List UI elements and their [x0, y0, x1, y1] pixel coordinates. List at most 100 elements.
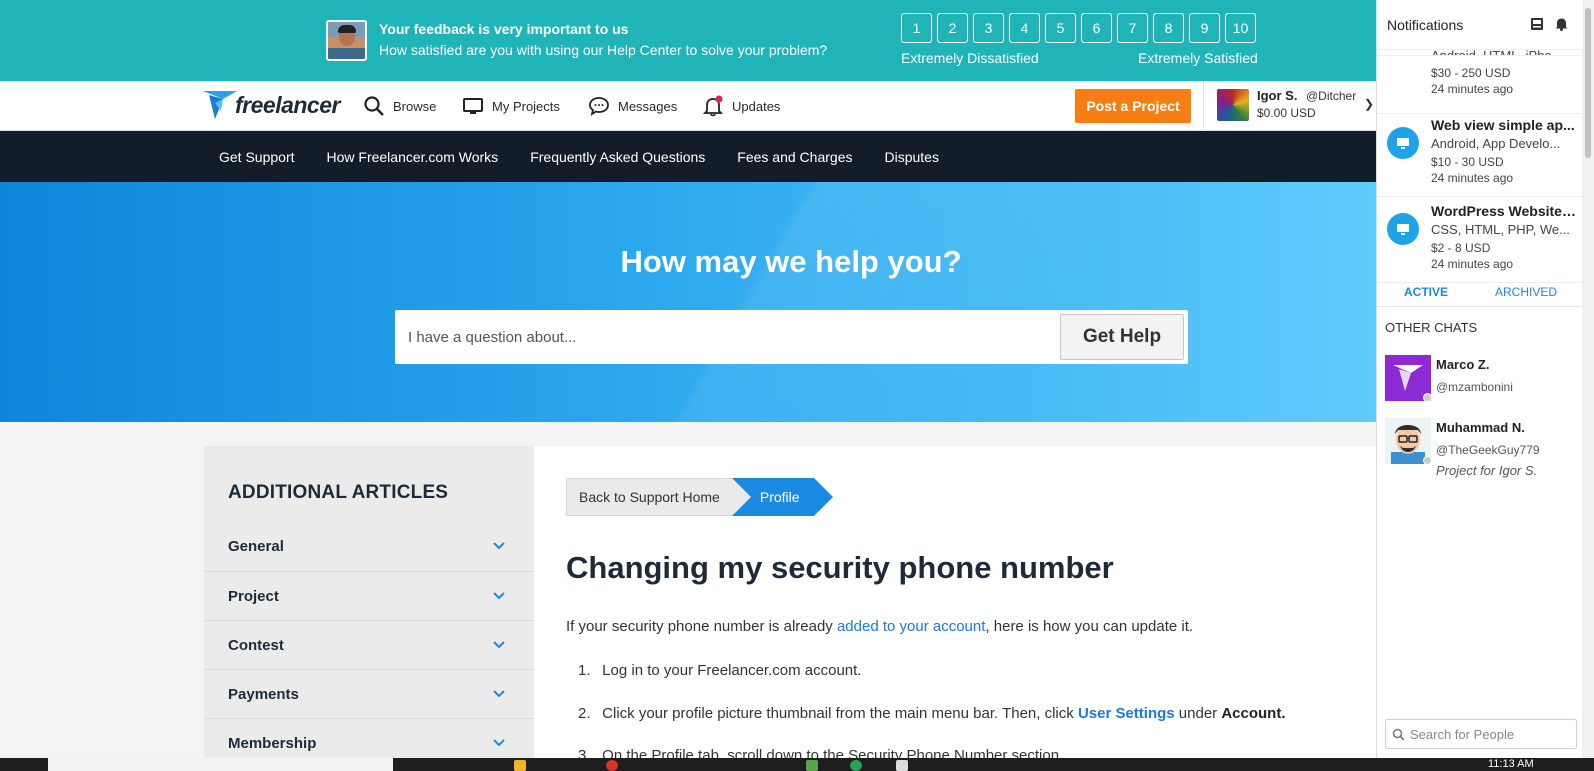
page-scrollbar[interactable] — [1582, 0, 1594, 758]
sidebar-item-label: Project — [228, 587, 279, 605]
breadcrumb: Back to Support Home Profile — [566, 478, 833, 516]
taskbar-search[interactable] — [48, 758, 393, 771]
chat-item[interactable]: Marco Z. @mzambonini — [1385, 355, 1577, 415]
scale-low-label: Extremely Dissatisfied — [901, 50, 1039, 66]
nav-browse[interactable]: Browse — [363, 95, 436, 117]
post-project-button[interactable]: Post a Project — [1075, 89, 1191, 123]
user-settings-link[interactable]: User Settings — [1078, 705, 1175, 722]
rating-8-button[interactable]: 8 — [1153, 13, 1184, 43]
help-search-input[interactable] — [395, 310, 1045, 364]
sidebar-item-label: General — [228, 538, 284, 555]
satisfaction-scale: 1 2 3 4 5 6 7 8 9 10 — [901, 13, 1256, 43]
window-icon[interactable] — [896, 760, 908, 771]
breadcrumb-current[interactable]: Profile — [731, 478, 833, 516]
subnav-disputes[interactable]: Disputes — [884, 149, 938, 165]
panel-header: Notifications — [1377, 0, 1583, 50]
tab-active[interactable]: ACTIVE — [1404, 285, 1448, 299]
user-avatar[interactable] — [1217, 89, 1249, 121]
freelancer-bird-icon — [203, 91, 237, 119]
main-nav: freelancer Browse My Projects Messages U… — [0, 81, 1376, 131]
notification-skills: Android, App Develo... — [1431, 136, 1561, 151]
chrome-icon[interactable] — [850, 760, 862, 771]
rating-10-button[interactable]: 10 — [1225, 13, 1256, 43]
get-help-button[interactable]: Get Help — [1060, 314, 1184, 360]
step-text: Click your profile picture thumbnail fro… — [602, 705, 1078, 722]
chat-bubble-icon — [589, 97, 609, 116]
app-icon[interactable] — [806, 760, 818, 771]
search-icon — [1392, 728, 1405, 741]
chat-project: Project for Igor S. — [1436, 463, 1538, 478]
sidebar-heading: ADDITIONAL ARTICLES — [228, 482, 449, 503]
nav-messages[interactable]: Messages — [588, 95, 677, 117]
step-number: 1. — [578, 662, 591, 679]
rating-1-button[interactable]: 1 — [901, 13, 932, 43]
nav-my-projects[interactable]: My Projects — [462, 95, 560, 117]
rating-3-button[interactable]: 3 — [973, 13, 1004, 43]
rating-2-button[interactable]: 2 — [937, 13, 968, 43]
project-notification-icon — [1387, 213, 1419, 245]
chevron-down-icon — [493, 739, 505, 747]
os-taskbar: 11:13 AM — [0, 758, 1594, 771]
step-number: 2. — [578, 705, 591, 722]
bell-icon[interactable] — [1554, 16, 1569, 31]
support-subnav: Get Support How Freelancer.com Works Fre… — [0, 131, 1376, 182]
notification-item-tail: $30 - 250 USD 24 minutes ago — [1377, 56, 1583, 114]
folder-icon[interactable] — [514, 760, 526, 771]
chat-name: Muhammad N. — [1436, 420, 1525, 435]
chat-handle: @TheGeekGuy779 — [1436, 443, 1540, 457]
tab-archived[interactable]: ARCHIVED — [1495, 285, 1557, 299]
rating-9-button[interactable]: 9 — [1189, 13, 1220, 43]
support-agent-avatar — [326, 20, 367, 61]
breadcrumb-back-link[interactable]: Back to Support Home — [566, 478, 732, 516]
feedback-subtitle: How satisfied are you with using our Hel… — [379, 42, 828, 58]
added-to-account-link[interactable]: added to your account — [837, 618, 985, 635]
presence-indicator — [1423, 393, 1432, 402]
inbox-icon[interactable] — [1530, 17, 1544, 31]
notification-budget: $2 - 8 USD — [1431, 241, 1491, 255]
subnav-get-support[interactable]: Get Support — [219, 149, 295, 165]
user-name[interactable]: Igor S. — [1257, 88, 1297, 103]
account-chevron-icon[interactable]: ❯ — [1364, 97, 1374, 111]
chevron-down-icon — [493, 690, 505, 698]
browser-icon[interactable] — [606, 760, 618, 771]
user-balance: $0.00 USD — [1257, 106, 1316, 120]
browser-viewport: Your feedback is very important to us Ho… — [0, 0, 1594, 771]
rating-5-button[interactable]: 5 — [1045, 13, 1076, 43]
rating-6-button[interactable]: 6 — [1081, 13, 1112, 43]
notification-budget: $30 - 250 USD — [1431, 66, 1511, 80]
chat-item[interactable]: Muhammad N. @TheGeekGuy779 Project for I… — [1385, 418, 1577, 478]
rating-7-button[interactable]: 7 — [1117, 13, 1148, 43]
notification-age: 24 minutes ago — [1431, 171, 1514, 185]
nav-browse-label: Browse — [393, 98, 437, 114]
nav-my-projects-label: My Projects — [492, 98, 560, 114]
subnav-faq[interactable]: Frequently Asked Questions — [530, 149, 705, 165]
sidebar-item-payments[interactable]: Payments — [204, 669, 534, 718]
people-search-input[interactable] — [1410, 720, 1574, 748]
intro-text: If your security phone number is already — [566, 618, 837, 635]
freelancer-logo[interactable]: freelancer — [203, 89, 340, 121]
account-bold-text: Account. — [1221, 705, 1286, 722]
help-search: Get Help — [395, 310, 1188, 364]
article-intro: If your security phone number is already… — [566, 618, 1193, 635]
notification-item[interactable]: WordPress Website ... CSS, HTML, PHP, We… — [1377, 197, 1583, 283]
notification-title: Web view simple ap... — [1431, 117, 1575, 133]
sidebar-item-general[interactable]: General — [204, 522, 534, 571]
step-text: Log in to your Freelancer.com account. — [602, 662, 862, 679]
article-title: Changing my security phone number — [566, 550, 1114, 585]
sidebar-item-project[interactable]: Project — [204, 571, 534, 620]
sidebar-item-contest[interactable]: Contest — [204, 620, 534, 669]
subnav-fees[interactable]: Fees and Charges — [737, 149, 852, 165]
monitor-icon — [463, 98, 483, 114]
rating-4-button[interactable]: 4 — [1009, 13, 1040, 43]
nav-updates[interactable]: Updates — [702, 95, 780, 117]
scrollbar-thumb[interactable] — [1585, 8, 1591, 158]
chat-tabs: ACTIVE ARCHIVED — [1377, 277, 1583, 307]
notification-age: 24 minutes ago — [1431, 82, 1514, 96]
notifications-panel: Android, HTML, iPho... $30 - 250 USD 24 … — [1376, 0, 1583, 758]
sidebar-item-label: Contest — [228, 636, 284, 654]
notification-item[interactable]: Web view simple ap... Android, App Devel… — [1377, 111, 1583, 197]
sidebar-item-label: Payments — [228, 685, 299, 703]
bell-icon — [702, 95, 724, 117]
subnav-how-it-works[interactable]: How Freelancer.com Works — [327, 149, 499, 165]
feedback-bar: Your feedback is very important to us Ho… — [0, 0, 1376, 81]
